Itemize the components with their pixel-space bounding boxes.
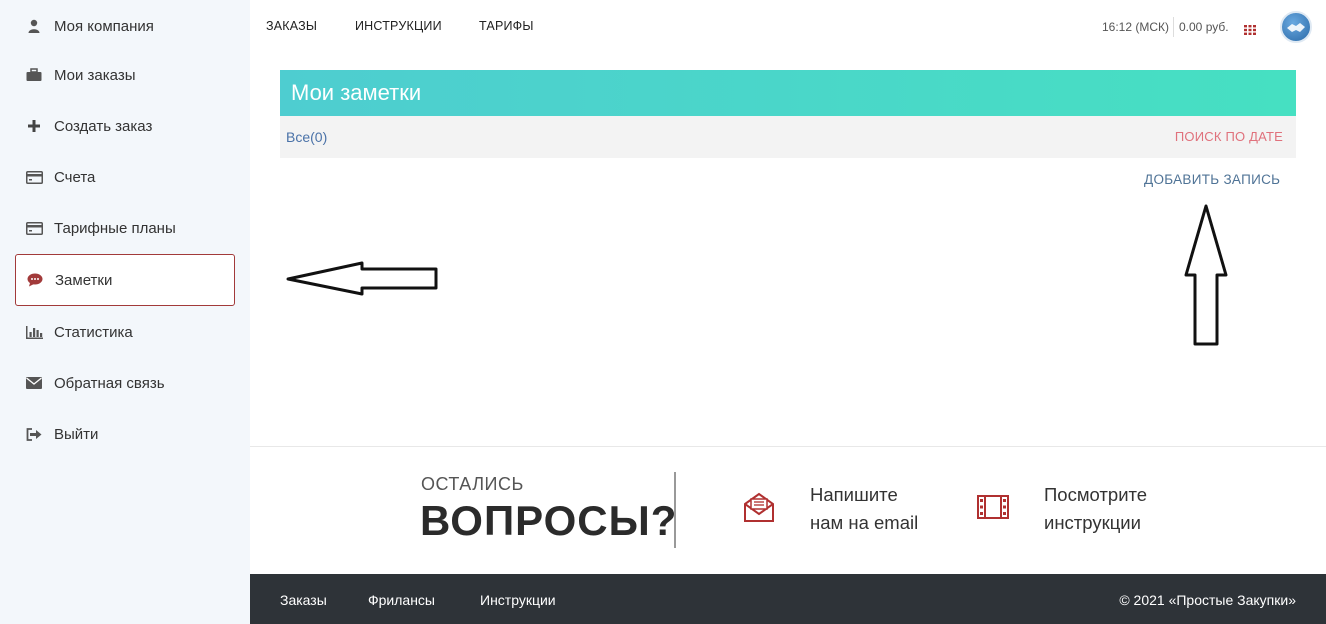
nav-link-tariffs[interactable]: ТАРИФЫ: [479, 19, 534, 33]
nav-link-instructions[interactable]: ИНСТРУКЦИИ: [355, 19, 442, 33]
sidebar-item-create-order[interactable]: Создать заказ: [15, 100, 235, 152]
search-by-date-link[interactable]: ПОИСК ПО ДАТЕ: [1175, 129, 1283, 144]
film-icon[interactable]: [977, 495, 1009, 524]
account-balance: 0.00 руб.: [1179, 20, 1229, 34]
envelope-icon: [25, 375, 43, 391]
credit-card-icon: [25, 169, 43, 185]
up-arrow-annotation: [1184, 204, 1228, 346]
sidebar-item-label: Выйти: [54, 425, 99, 443]
sidebar-item-label: Мои заказы: [54, 66, 136, 84]
filter-all-link[interactable]: Все(0): [286, 129, 327, 145]
sidebar-item-label: Счета: [54, 168, 96, 186]
handshake-logo-icon[interactable]: [1280, 11, 1312, 43]
top-navigation: ЗАКАЗЫ ИНСТРУКЦИИ ТАРИФЫ 16:12 (МСК) 0.0…: [250, 0, 1326, 52]
sidebar-item-invoices[interactable]: Счета: [15, 151, 235, 203]
user-icon: [25, 18, 43, 34]
server-time: 16:12 (МСК): [1102, 20, 1170, 34]
sign-out-icon: [25, 426, 43, 442]
page: Моя компания Мои заказы Создать заказ Сч…: [0, 0, 1326, 624]
sidebar-item-label: Обратная связь: [54, 374, 165, 392]
sidebar-item-label: Статистика: [54, 323, 133, 341]
nav-link-orders[interactable]: ЗАКАЗЫ: [266, 19, 317, 33]
footer-link-orders[interactable]: Заказы: [280, 592, 327, 608]
comment-icon: [26, 272, 44, 288]
questions-subtitle: ОСТАЛИСЬ: [421, 474, 524, 494]
sidebar-item-label: Заметки: [55, 271, 113, 289]
footer-link-freelance[interactable]: Фрилансы: [368, 592, 435, 608]
email-contact-line2: нам на email: [810, 512, 919, 533]
instructions-contact-line1: Посмотрите: [1044, 484, 1148, 505]
credit-card-icon: [25, 220, 43, 236]
email-contact-line1: Напишите: [810, 484, 898, 505]
left-arrow-annotation: [286, 261, 438, 296]
sidebar-item-notes[interactable]: Заметки: [15, 254, 235, 306]
instructions-contact-line2: инструкции: [1044, 512, 1141, 533]
plus-icon: [25, 118, 43, 134]
questions-title: ВОПРОСЫ?: [420, 497, 678, 544]
sidebar-item-label: Тарифные планы: [54, 219, 176, 237]
divider: [1173, 17, 1174, 37]
briefcase-icon: [25, 67, 43, 83]
instructions-contact-link[interactable]: Посмотрите инструкции: [1044, 481, 1147, 537]
sidebar-item-my-orders[interactable]: Мои заказы: [15, 49, 235, 101]
envelope-open-icon[interactable]: [743, 491, 775, 528]
sidebar-item-statistics[interactable]: Статистика: [15, 306, 235, 358]
sidebar-item-feedback[interactable]: Обратная связь: [15, 357, 235, 409]
footer-link-instructions[interactable]: Инструкции: [480, 592, 556, 608]
notes-filter-bar: Все(0) ПОИСК ПО ДАТЕ: [280, 116, 1296, 158]
grid-icon[interactable]: [1244, 22, 1256, 35]
copyright: © 2021 «Простые Закупки»: [1119, 592, 1296, 608]
sidebar-item-my-company[interactable]: Моя компания: [15, 0, 235, 52]
bar-chart-icon: [25, 324, 43, 340]
questions-divider: [674, 472, 676, 548]
footer: Заказы Фрилансы Инструкции © 2021 «Прост…: [250, 574, 1326, 624]
sidebar-item-tariff-plans[interactable]: Тарифные планы: [15, 202, 235, 254]
content-divider: [250, 446, 1326, 447]
sidebar-item-logout[interactable]: Выйти: [15, 408, 235, 460]
sidebar-item-label: Создать заказ: [54, 117, 153, 135]
notes-panel-title: Мои заметки: [280, 70, 1296, 116]
email-contact-link[interactable]: Напишите нам на email: [810, 481, 918, 537]
sidebar: Моя компания Мои заказы Создать заказ Сч…: [0, 0, 250, 624]
sidebar-item-label: Моя компания: [54, 17, 154, 35]
add-record-link[interactable]: ДОБАВИТЬ ЗАПИСЬ: [1144, 172, 1280, 187]
